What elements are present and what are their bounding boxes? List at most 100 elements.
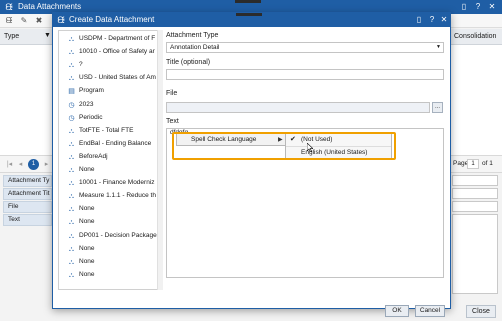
highlight-frame — [172, 132, 396, 160]
detail-field-3[interactable] — [452, 201, 498, 212]
dialog-save-icon[interactable]: ▯ — [414, 15, 424, 25]
detail-field-1[interactable] — [452, 175, 498, 186]
column-header-consolidation[interactable]: Consolidation — [454, 33, 496, 40]
tree-item[interactable]: ⛬ None — [59, 243, 157, 255]
attachment-type-select[interactable]: Annotation Detail ▼ — [166, 42, 444, 53]
clock-icon: ◷ — [68, 114, 75, 122]
folder-icon: ▤ — [68, 88, 75, 96]
attachment-type-value: Annotation Detail — [170, 44, 220, 51]
member-icon: ⛬ — [69, 271, 74, 279]
member-icon: ⛬ — [69, 245, 74, 253]
tree-item-label: None — [79, 166, 95, 173]
delete-icon[interactable]: ✖ — [34, 15, 44, 27]
dialog-titlebar[interactable]: ᙠ Create Data Attachment ▯ ? ✕ — [53, 13, 450, 27]
first-page-icon[interactable]: |◂ — [5, 160, 14, 169]
tree-item[interactable]: ⛬ None — [59, 203, 157, 215]
close-icon[interactable]: ✕ — [487, 2, 497, 12]
tree-item[interactable]: ⛬ USD - United States of Am — [59, 72, 157, 84]
tree-item-label: None — [79, 270, 95, 278]
tree-item[interactable]: ⛬ Measure 1.1.1 - Reduce th — [59, 190, 157, 202]
member-icon: ⛬ — [69, 62, 74, 70]
app-icon: ᙠ — [5, 2, 13, 12]
tree-item[interactable]: ⛬ EndBal - Ending Balance — [59, 138, 157, 150]
dialog-app-icon: ᙠ — [57, 15, 65, 25]
tree-item-label: USDPM - Department of F — [79, 35, 156, 42]
tree-item[interactable]: ⛬ TotFTE - Total FTE — [59, 125, 157, 137]
tree-item-label: 2023 — [79, 100, 94, 108]
dialog-help-icon[interactable]: ? — [427, 15, 437, 25]
detail-label-file: File — [3, 201, 52, 213]
detail-label-text: Text — [3, 214, 52, 226]
outer-window-title: Data Attachments — [18, 2, 82, 11]
title-label: Title (optional) — [166, 59, 211, 66]
detail-field-4[interactable] — [452, 214, 498, 294]
tree-item[interactable]: ◷ 2023 — [59, 99, 157, 111]
tree-item[interactable]: ▤ Program — [59, 85, 157, 97]
detail-label-attachment-title: Attachment Tit — [3, 188, 52, 200]
chevron-down-icon: ▼ — [436, 44, 441, 50]
tree-item[interactable]: ⛬ USDPM - Department of F — [59, 33, 157, 45]
member-icon: ⛬ — [69, 75, 74, 83]
tree-item-label: TotFTE - Total FTE — [79, 126, 134, 134]
file-input[interactable] — [166, 102, 430, 113]
tree-item[interactable]: ⛬ 10010 - Office of Safety ar — [59, 46, 157, 58]
save-icon[interactable]: ▯ — [459, 2, 469, 12]
member-icon: ⛬ — [69, 206, 74, 214]
browse-file-button[interactable]: ... — [432, 102, 443, 113]
close-button[interactable]: Close — [466, 305, 496, 318]
tree-item[interactable]: ⛬ BeforeAdj — [59, 151, 157, 163]
tree-item[interactable]: ⛬ None — [59, 256, 157, 268]
tree-item[interactable]: ⛬ 10001 - Finance Moderniz — [59, 177, 157, 189]
next-page-icon[interactable]: ▸ — [42, 160, 51, 169]
detail-field-2[interactable] — [452, 188, 498, 199]
column-header-type[interactable]: Type — [4, 33, 19, 40]
edit-icon[interactable]: ✎ — [19, 15, 29, 27]
tree-item-label: None — [79, 218, 95, 226]
filter-icon[interactable]: ▼ — [44, 32, 51, 39]
title-input[interactable] — [166, 69, 444, 80]
window-drag-handle[interactable] — [235, 0, 261, 3]
text-label: Text — [166, 118, 179, 125]
member-icon: ⛬ — [69, 219, 74, 227]
dialog-title: Create Data Attachment — [69, 15, 155, 24]
create-data-attachment-dialog: ᙠ Create Data Attachment ▯ ? ✕ ⛬ USDPM - … — [52, 12, 451, 317]
member-icon: ⛬ — [69, 258, 74, 266]
member-icon: ⛬ — [69, 193, 74, 201]
tree-item-label: Measure 1.1.1 - Reduce th — [79, 192, 156, 200]
page-total: of 1 — [482, 160, 493, 167]
tree-item-label: EndBal - Ending Balance — [79, 139, 152, 147]
help-icon[interactable]: ? — [473, 2, 483, 12]
tree-item[interactable]: ⛬ None — [59, 164, 157, 176]
tree-item-label: ? — [79, 61, 83, 69]
tree-item-label: 10010 - Office of Safety ar — [79, 48, 155, 56]
member-icon: ⛬ — [69, 49, 74, 57]
tree-item-label: None — [79, 244, 95, 252]
tree-item-label: USD - United States of Am — [79, 74, 156, 82]
member-icon: ⛬ — [69, 140, 74, 148]
cancel-button[interactable]: Cancel — [415, 305, 445, 317]
member-icon: ⛬ — [69, 180, 74, 188]
member-icon: ⛬ — [69, 232, 74, 240]
tree-item[interactable]: ⛬? — [59, 59, 157, 71]
page-input[interactable]: 1 — [467, 159, 479, 169]
tree-item[interactable]: ⛬ DP001 - Decision Package — [59, 230, 157, 242]
prev-page-icon[interactable]: ◂ — [16, 160, 25, 169]
tree-item[interactable]: ◷ Periodic — [59, 112, 157, 124]
dialog-close-icon[interactable]: ✕ — [439, 15, 449, 25]
current-page[interactable]: 1 — [28, 159, 39, 170]
clock-icon: ◷ — [68, 101, 75, 109]
tree-item[interactable]: ⛬ None — [59, 216, 157, 228]
member-icon: ⛬ — [69, 167, 74, 174]
tree-item-label: Program — [79, 87, 104, 95]
tree-item-label: BeforeAdj — [79, 152, 108, 160]
pov-tree: ⛬ USDPM - Department of F ⛬ 10010 - Office … — [58, 30, 158, 290]
tree-item[interactable]: ⛬ None — [59, 269, 157, 281]
add-icon[interactable]: ᙠ — [4, 15, 14, 27]
tree-item-label: Periodic — [79, 113, 103, 121]
tree-item-label: DP001 - Decision Package — [79, 231, 157, 239]
tree-item-label: None — [79, 205, 95, 213]
page-label: Page — [453, 160, 469, 167]
window-drag-handle[interactable] — [236, 13, 262, 16]
ok-button[interactable]: OK — [385, 305, 409, 317]
member-icon: ⛬ — [69, 36, 74, 43]
